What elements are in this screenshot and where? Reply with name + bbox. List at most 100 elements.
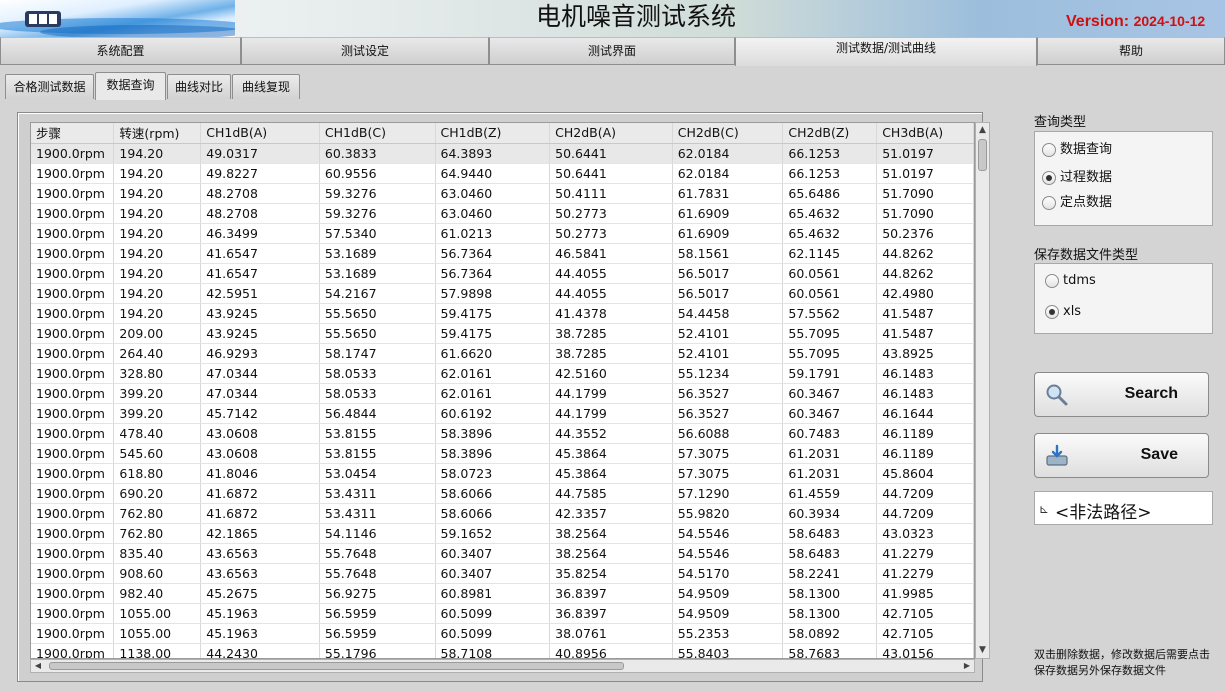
table-cell[interactable]: 62.1145	[782, 243, 878, 264]
table-cell[interactable]: 63.0460	[435, 183, 551, 204]
table-cell[interactable]: 55.5650	[319, 303, 436, 324]
table-cell[interactable]: 46.1644	[876, 403, 974, 424]
table-cell[interactable]: 36.8397	[549, 583, 673, 604]
table-cell[interactable]: 57.9898	[435, 283, 551, 304]
table-cell[interactable]: 42.7105	[876, 623, 974, 644]
table-cell[interactable]: 1055.00	[113, 603, 202, 624]
table-cell[interactable]: 44.4055	[549, 263, 673, 284]
table-cell[interactable]: 53.8155	[319, 443, 436, 464]
table-cell[interactable]: 45.1963	[200, 623, 320, 644]
table-cell[interactable]: 264.40	[113, 343, 202, 364]
table-cell[interactable]: 50.6441	[549, 163, 673, 184]
table-cell[interactable]: 55.9820	[672, 503, 784, 524]
table-cell[interactable]: 64.3893	[435, 143, 551, 164]
table-cell[interactable]: 1900.0rpm	[31, 363, 115, 384]
table-row[interactable]: 1900.0rpm 1138.00 44.2430 55.1796 58.7108 40.…	[31, 643, 974, 658]
table-cell[interactable]: 59.1652	[435, 523, 551, 544]
table-cell[interactable]: 194.20	[113, 223, 202, 244]
table-cell[interactable]: 49.0317	[200, 143, 320, 164]
tab-test-setup[interactable]: 测试设定	[241, 37, 489, 65]
table-cell[interactable]: 49.8227	[200, 163, 320, 184]
table-cell[interactable]: 1055.00	[113, 623, 202, 644]
scroll-down-icon[interactable]: ▼	[976, 643, 989, 658]
save-button[interactable]: Save	[1034, 433, 1209, 478]
table-cell[interactable]: 43.0608	[200, 423, 320, 444]
table-cell[interactable]: 44.2430	[200, 643, 320, 658]
table-cell[interactable]: 54.9509	[672, 583, 784, 604]
table-cell[interactable]: 50.4111	[549, 183, 673, 204]
table-cell[interactable]: 1900.0rpm	[31, 623, 115, 644]
table-cell[interactable]: 41.8046	[200, 463, 320, 484]
table-cell[interactable]: 35.8254	[549, 563, 673, 584]
table-cell[interactable]: 51.7090	[876, 203, 974, 224]
table-cell[interactable]: 57.1290	[672, 483, 784, 504]
table-cell[interactable]: 43.0323	[876, 523, 974, 544]
vertical-scroll-thumb[interactable]	[978, 139, 987, 171]
table-cell[interactable]: 194.20	[113, 203, 202, 224]
table-row[interactable]: 1900.0rpm 194.20 49.8227 60.9556 64.9440 50.6…	[31, 163, 974, 184]
table-cell[interactable]: 1900.0rpm	[31, 383, 115, 404]
subtab-curve-replay[interactable]: 曲线复现	[232, 74, 300, 99]
horizontal-scrollbar[interactable]: ◀ ▶	[30, 659, 975, 673]
table-cell[interactable]: 1900.0rpm	[31, 283, 115, 304]
table-cell[interactable]: 194.20	[113, 263, 202, 284]
table-cell[interactable]: 1900.0rpm	[31, 603, 115, 624]
table-cell[interactable]: 44.7209	[876, 483, 974, 504]
table-cell[interactable]: 1900.0rpm	[31, 523, 115, 544]
table-cell[interactable]: 1900.0rpm	[31, 183, 115, 204]
table-cell[interactable]: 40.8956	[549, 643, 673, 658]
table-cell[interactable]: 65.4632	[782, 203, 878, 224]
table-cell[interactable]: 42.5160	[549, 363, 673, 384]
table-cell[interactable]: 41.2279	[876, 543, 974, 564]
table-cell[interactable]: 55.1796	[319, 643, 436, 658]
table-cell[interactable]: 44.3552	[549, 423, 673, 444]
table-cell[interactable]: 55.7095	[782, 323, 878, 344]
table-cell[interactable]: 60.3407	[435, 563, 551, 584]
tab-test-data-curves[interactable]: 测试数据/测试曲线	[735, 37, 1037, 66]
table-cell[interactable]: 58.0533	[319, 363, 436, 384]
table-cell[interactable]: 50.2773	[549, 223, 673, 244]
table-cell[interactable]: 58.6483	[782, 543, 878, 564]
scroll-left-icon[interactable]: ◀	[31, 660, 45, 672]
subtab-curve-compare[interactable]: 曲线对比	[167, 74, 231, 99]
table-cell[interactable]: 56.4844	[319, 403, 436, 424]
file-path-display[interactable]: ⊾ <非法路径>	[1034, 491, 1213, 525]
table-cell[interactable]: 58.2241	[782, 563, 878, 584]
table-cell[interactable]: 53.8155	[319, 423, 436, 444]
table-row[interactable]: 1900.0rpm 399.20 45.7142 56.4844 60.6192 44.1…	[31, 403, 974, 424]
table-cell[interactable]: 43.6563	[200, 563, 320, 584]
table-cell[interactable]: 61.4559	[782, 483, 878, 504]
table-cell[interactable]: 57.3075	[672, 463, 784, 484]
table-cell[interactable]: 52.4101	[672, 323, 784, 344]
table-cell[interactable]: 58.7108	[435, 643, 551, 658]
table-row[interactable]: 1900.0rpm 194.20 49.0317 60.3833 64.3893 50.6…	[31, 143, 974, 164]
column-header[interactable]: 转速(rpm)	[113, 123, 202, 144]
table-cell[interactable]: 55.1234	[672, 363, 784, 384]
table-row[interactable]: 1900.0rpm 982.40 45.2675 56.9275 60.8981 36.8…	[31, 583, 974, 604]
table-cell[interactable]: 55.7095	[782, 343, 878, 364]
table-cell[interactable]: 46.1483	[876, 383, 974, 404]
column-header[interactable]: CH2dB(Z)	[782, 123, 878, 144]
table-row[interactable]: 1900.0rpm 194.20 48.2708 59.3276 63.0460 50.4…	[31, 183, 974, 204]
table-cell[interactable]: 38.2564	[549, 523, 673, 544]
table-cell[interactable]: 61.2031	[782, 443, 878, 464]
table-cell[interactable]: 55.2353	[672, 623, 784, 644]
table-cell[interactable]: 60.6192	[435, 403, 551, 424]
table-cell[interactable]: 59.3276	[319, 183, 436, 204]
scroll-right-icon[interactable]: ▶	[960, 660, 974, 672]
table-cell[interactable]: 47.0344	[200, 383, 320, 404]
table-cell[interactable]: 54.1146	[319, 523, 436, 544]
table-cell[interactable]: 1900.0rpm	[31, 443, 115, 464]
horizontal-scroll-thumb[interactable]	[49, 662, 624, 670]
table-cell[interactable]: 50.6441	[549, 143, 673, 164]
table-cell[interactable]: 44.1799	[549, 383, 673, 404]
table-cell[interactable]: 41.6547	[200, 263, 320, 284]
radio-xls[interactable]: xls	[1045, 302, 1081, 322]
table-cell[interactable]: 328.80	[113, 363, 202, 384]
table-cell[interactable]: 43.0608	[200, 443, 320, 464]
table-cell[interactable]: 58.0723	[435, 463, 551, 484]
scroll-up-icon[interactable]: ▲	[976, 123, 989, 138]
table-cell[interactable]: 47.0344	[200, 363, 320, 384]
table-cell[interactable]: 1900.0rpm	[31, 503, 115, 524]
table-cell[interactable]: 56.7364	[435, 263, 551, 284]
